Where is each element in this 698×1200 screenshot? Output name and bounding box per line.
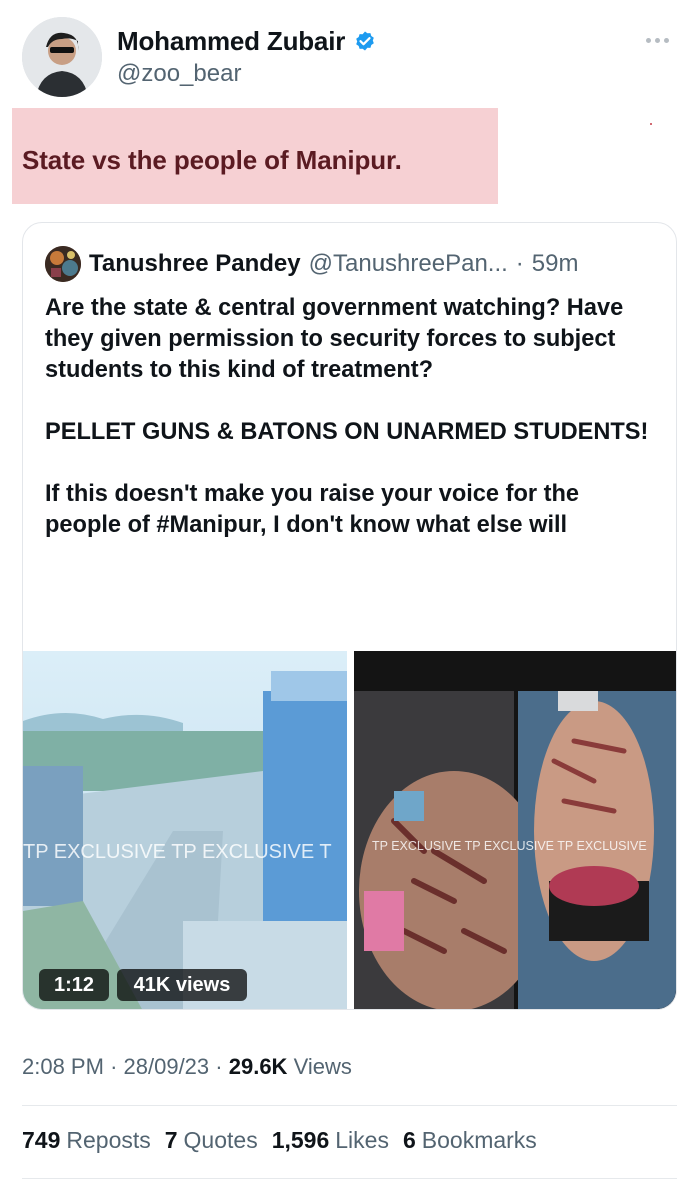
- bookmarks-count: 6: [402, 1127, 416, 1153]
- quotes-stat[interactable]: 7 Quotes: [165, 1127, 258, 1154]
- quoted-tweet-media[interactable]: TP EXCLUSIVE TP EXCLUSIVE T 1:12 41K vie…: [23, 651, 676, 1009]
- likes-count: 1,596: [271, 1127, 330, 1153]
- author-avatar[interactable]: [22, 17, 102, 97]
- tweet-text: State vs the people of Manipur.: [22, 145, 402, 175]
- tweet-header: Mohammed Zubair @zoo_bear: [0, 0, 698, 110]
- verified-badge-icon: [356, 31, 374, 50]
- separator-dot: ·: [110, 1054, 118, 1079]
- engagement-stats: 749 Reposts 7 Quotes 1,596 Likes 6 Bookm…: [22, 1127, 537, 1154]
- image-thumbnail[interactable]: TP EXCLUSIVE TP EXCLUSIVE TP EXCLUSIVE: [354, 651, 676, 1009]
- quoted-author-handle[interactable]: @TanushreePan...: [309, 250, 508, 278]
- likes-stat[interactable]: 1,596 Likes: [272, 1127, 389, 1154]
- divider: [22, 1105, 677, 1106]
- video-thumbnail[interactable]: TP EXCLUSIVE TP EXCLUSIVE T 1:12 41K vie…: [23, 651, 347, 1009]
- author-name-row[interactable]: Mohammed Zubair: [117, 26, 377, 57]
- views-label: Views: [293, 1054, 352, 1079]
- decorative-dot: [650, 123, 652, 125]
- author-name[interactable]: Mohammed Zubair: [117, 26, 345, 57]
- quoted-tweet-text: Are the state & central government watch…: [45, 295, 649, 538]
- bookmarks-label: Bookmarks: [421, 1127, 537, 1153]
- bookmarks-stat[interactable]: 6 Bookmarks: [403, 1127, 537, 1154]
- quoted-author-name[interactable]: Tanushree Pandey: [89, 250, 301, 278]
- quoted-author-avatar[interactable]: [45, 246, 81, 282]
- quoted-tweet-header: Tanushree Pandey @TanushreePan... · 59m: [45, 246, 578, 282]
- reposts-stat[interactable]: 749 Reposts: [22, 1127, 151, 1154]
- video-watermark: TP EXCLUSIVE TP EXCLUSIVE T: [23, 841, 332, 863]
- video-views: 41K views: [117, 969, 247, 1001]
- reposts-label: Reposts: [66, 1127, 151, 1153]
- quoted-tweet[interactable]: Tanushree Pandey @TanushreePan... · 59m …: [22, 222, 677, 1010]
- quotes-label: Quotes: [183, 1127, 258, 1153]
- image-watermark: TP EXCLUSIVE TP EXCLUSIVE TP EXCLUSIVE: [372, 839, 647, 853]
- reposts-count: 749: [22, 1127, 61, 1153]
- quoted-tweet-time[interactable]: 59m: [532, 250, 579, 278]
- more-options-icon[interactable]: [646, 30, 676, 50]
- separator-dot: ·: [215, 1054, 223, 1079]
- tweet-meta: 2:08 PM · 28/09/23 · 29.6K Views: [22, 1054, 352, 1080]
- separator-dot: ·: [515, 250, 524, 277]
- video-duration: 1:12: [39, 969, 109, 1001]
- author-handle[interactable]: @zoo_bear: [117, 60, 241, 88]
- tweet-date[interactable]: 28/09/23: [124, 1054, 210, 1079]
- divider: [22, 1178, 677, 1179]
- tweet-time[interactable]: 2:08 PM: [22, 1054, 104, 1079]
- likes-label: Likes: [335, 1127, 389, 1153]
- quotes-count: 7: [164, 1127, 178, 1153]
- views-count: 29.6K: [228, 1054, 288, 1079]
